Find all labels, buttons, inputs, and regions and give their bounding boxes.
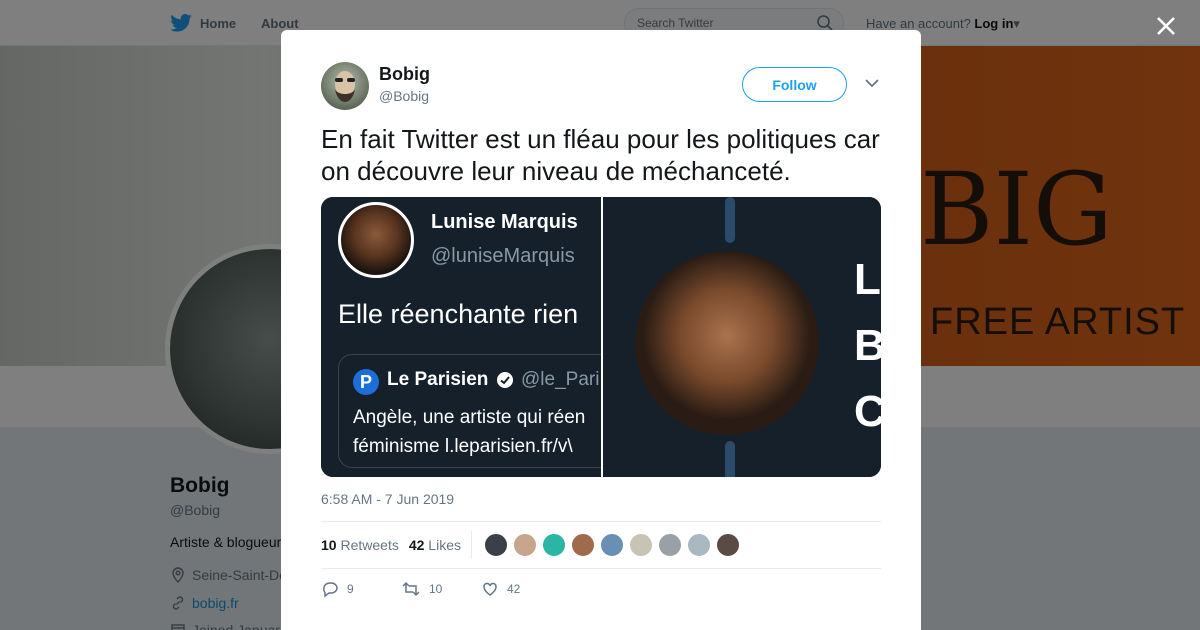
liker-avatar[interactable]	[657, 533, 682, 557]
quote-source-handle: @le_Pari	[521, 369, 600, 390]
embedded-avatar	[338, 202, 414, 278]
author-face-icon	[335, 71, 355, 102]
media-image-right[interactable]: L B C	[601, 197, 881, 477]
liker-avatar[interactable]	[570, 533, 595, 557]
liker-avatar[interactable]	[599, 533, 624, 557]
stats-divider	[470, 531, 472, 559]
cropped-letter: C	[854, 379, 881, 445]
quote-text-line2: féminisme l.leparisien.fr/v\	[353, 436, 573, 457]
tweet-author-handle[interactable]: @Bobig	[379, 88, 429, 104]
retweet-icon	[402, 581, 420, 597]
thread-line-top	[725, 197, 735, 243]
quote-text: Angèle, une artiste qui réen féminisme l…	[353, 403, 585, 461]
likes-label: Likes	[428, 537, 461, 553]
retweets-stat[interactable]: 10 Retweets	[321, 537, 399, 553]
like-count: 42	[507, 582, 521, 596]
cropped-letter: L	[854, 255, 881, 304]
liker-avatar[interactable]	[715, 533, 740, 557]
retweet-button[interactable]: 10	[401, 580, 481, 598]
likes-count: 42	[408, 537, 425, 553]
embedded-large-avatar	[633, 249, 821, 437]
embedded-quote-card: P Le Parisien @le_Pari Angèle, une artis…	[338, 354, 601, 468]
reply-button[interactable]: 9	[321, 580, 401, 598]
liker-avatar[interactable]	[483, 533, 508, 557]
tweet-author-avatar[interactable]	[321, 62, 369, 110]
follow-button[interactable]: Follow	[742, 67, 847, 102]
le-parisien-logo-icon: P	[353, 369, 379, 395]
tweet-actions: 9 10 42	[321, 580, 561, 598]
liker-avatar[interactable]	[628, 533, 653, 557]
quote-source-name: Le Parisien	[387, 369, 489, 390]
embedded-author-name: Lunise Marquis	[431, 211, 578, 233]
thread-line-bottom	[725, 441, 735, 477]
liker-avatar[interactable]	[512, 533, 537, 557]
close-icon[interactable]	[1152, 12, 1180, 40]
embedded-tweet-text: Elle réenchante rien	[338, 299, 579, 329]
media-image-left[interactable]: Lunise Marquis @luniseMarquis Elle réenc…	[321, 197, 601, 477]
reply-icon	[323, 582, 338, 598]
embedded-author-handle: @luniseMarquis	[431, 245, 575, 267]
verified-badge-icon	[497, 372, 513, 388]
likes-stat[interactable]: 42 Likes	[409, 537, 461, 553]
cropped-text: L B C	[854, 247, 881, 445]
tweet-text: En fait Twitter est un fléau pour les po…	[321, 124, 880, 186]
tweet-stats: 10 Retweets 42 Likes	[321, 521, 881, 569]
chevron-down-icon[interactable]	[865, 78, 879, 88]
cropped-letter: B	[854, 313, 881, 379]
quote-text-line1: Angèle, une artiste qui réen	[353, 407, 586, 428]
liker-avatar[interactable]	[686, 533, 711, 557]
retweet-count: 10	[429, 582, 443, 596]
reply-count: 9	[347, 582, 354, 596]
tweet-modal: Bobig @Bobig Follow En fait Twitter est …	[281, 30, 921, 630]
liker-avatars	[483, 533, 740, 557]
tweet-author-name[interactable]: Bobig	[379, 64, 430, 85]
tweet-media[interactable]: Lunise Marquis @luniseMarquis Elle réenc…	[321, 197, 881, 477]
liker-avatar[interactable]	[541, 533, 566, 557]
heart-icon	[483, 582, 497, 596]
retweets-count: 10	[321, 537, 337, 553]
like-button[interactable]: 42	[481, 580, 561, 598]
retweets-label: Retweets	[340, 537, 399, 553]
tweet-timestamp[interactable]: 6:58 AM - 7 Jun 2019	[321, 491, 454, 507]
